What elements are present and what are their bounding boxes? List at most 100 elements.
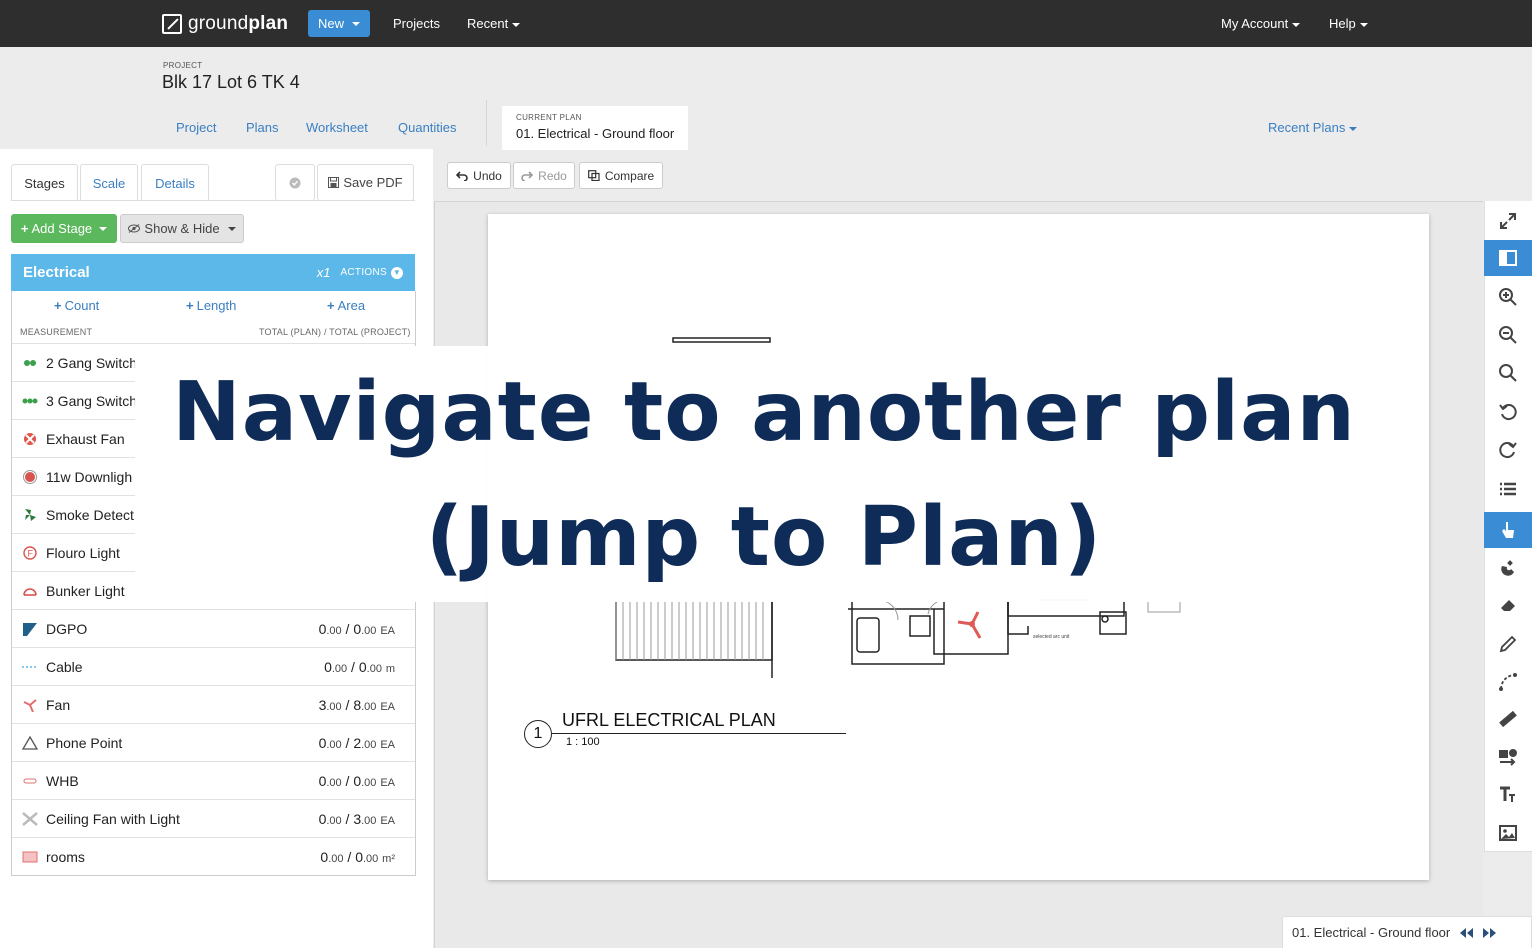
nav-projects[interactable]: Projects bbox=[393, 16, 440, 31]
stage-actions-button[interactable]: ACTIONS ▼ bbox=[340, 266, 403, 279]
zoom-in-button[interactable] bbox=[1484, 279, 1532, 315]
measurement-row[interactable]: rooms 0.00 / 0.00 m² bbox=[12, 837, 415, 875]
new-button[interactable]: New bbox=[308, 10, 371, 37]
next-plan-icon[interactable] bbox=[1482, 927, 1498, 939]
check-circle-icon bbox=[289, 177, 301, 188]
magnet-icon bbox=[1501, 560, 1514, 576]
pointer-hand-icon bbox=[1502, 522, 1514, 538]
tab-scale[interactable]: Scale bbox=[80, 164, 138, 201]
plan-switcher[interactable]: 01. Electrical - Ground floor bbox=[1282, 916, 1532, 948]
measurement-row[interactable]: Ceiling Fan with Light 0.00 / 3.00 EA bbox=[12, 799, 415, 837]
plan-number-bubble: 1 bbox=[524, 720, 552, 748]
triangle-icon bbox=[21, 735, 39, 750]
measurement-row[interactable]: Phone Point 0.00 / 2.00 EA bbox=[12, 723, 415, 761]
magnet-button[interactable] bbox=[1484, 550, 1532, 586]
measurement-row[interactable]: Fan 3.00 / 8.00 EA bbox=[12, 685, 415, 723]
tab-worksheet[interactable]: Worksheet bbox=[306, 120, 368, 135]
measurement-row[interactable]: DGPO 0.00 / 0.00 EA bbox=[12, 609, 415, 647]
nav-my-account[interactable]: My Account bbox=[1221, 16, 1301, 31]
rotate-right-button[interactable] bbox=[1484, 432, 1532, 468]
exhaust-fan-icon bbox=[22, 432, 38, 446]
unit-label: EA bbox=[380, 815, 395, 827]
plus-icon: + bbox=[20, 221, 29, 236]
flouro-icon: F bbox=[22, 546, 38, 560]
tab-project[interactable]: Project bbox=[176, 120, 216, 135]
add-stage-button[interactable]: + Add Stage bbox=[11, 214, 117, 243]
list-button[interactable] bbox=[1484, 472, 1532, 508]
plan-total-decimal: .00 bbox=[326, 625, 342, 637]
pan-tool-button[interactable] bbox=[1484, 512, 1532, 548]
current-plan-tab[interactable]: CURRENT PLAN 01. Electrical - Ground flo… bbox=[502, 106, 688, 150]
smoke-detector-icon bbox=[22, 508, 38, 522]
shapes-arrow-icon bbox=[1499, 749, 1517, 766]
tab-plans[interactable]: Plans bbox=[246, 120, 279, 135]
eraser-button[interactable] bbox=[1484, 587, 1532, 623]
measurement-name: Flouro Light bbox=[46, 545, 120, 561]
chevron-down-icon bbox=[227, 226, 236, 231]
measurement-name: WHB bbox=[46, 773, 79, 789]
add-area-button[interactable]: + Area bbox=[327, 298, 365, 313]
dgpo-icon bbox=[22, 622, 38, 636]
measurement-column-header: MEASUREMENT bbox=[20, 327, 93, 337]
fan-icon bbox=[22, 698, 38, 713]
arc-icon bbox=[1499, 673, 1517, 691]
double-dot-icon bbox=[22, 356, 38, 370]
measurement-name: 3 Gang Switch bbox=[46, 393, 138, 409]
measurement-row[interactable]: Cable 0.00 / 0.00 m bbox=[12, 647, 415, 685]
rotate-left-button[interactable] bbox=[1484, 394, 1532, 430]
project-total-decimal: .00 bbox=[366, 663, 382, 675]
add-length-button[interactable]: + Length bbox=[186, 298, 236, 313]
fullscreen-button[interactable] bbox=[1484, 203, 1532, 239]
ruler-button[interactable] bbox=[1484, 701, 1532, 737]
project-total-decimal: .00 bbox=[361, 815, 377, 827]
nav-recent[interactable]: Recent bbox=[467, 16, 521, 31]
measurement-totals: 0.00 / 0.00 m² bbox=[320, 849, 395, 865]
tab-stages[interactable]: Stages bbox=[11, 164, 78, 201]
show-hide-button[interactable]: Show & Hide bbox=[120, 214, 244, 243]
image-icon bbox=[1499, 825, 1517, 841]
redo-icon bbox=[521, 170, 534, 181]
undo-button[interactable]: Undo bbox=[447, 162, 511, 189]
check-button[interactable] bbox=[275, 164, 315, 201]
shapes-button[interactable] bbox=[1484, 739, 1532, 775]
stage-multiplier[interactable]: x1 bbox=[317, 265, 331, 280]
search-icon bbox=[1499, 364, 1517, 382]
plan-total: 0 bbox=[324, 659, 332, 675]
compare-button[interactable]: Compare bbox=[579, 162, 663, 189]
recent-plans-dropdown[interactable]: Recent Plans bbox=[1268, 120, 1358, 135]
measurement-row[interactable]: WHB 0.00 / 0.00 EA bbox=[12, 761, 415, 799]
project-total: 0 bbox=[358, 659, 367, 675]
current-plan-label: CURRENT PLAN bbox=[516, 113, 582, 122]
toggle-panel-button[interactable] bbox=[1484, 240, 1532, 276]
add-count-button[interactable]: + Count bbox=[54, 298, 99, 313]
pencil-button[interactable] bbox=[1484, 626, 1532, 662]
whb-icon bbox=[22, 774, 38, 788]
nav-help[interactable]: Help bbox=[1329, 16, 1368, 31]
image-button[interactable] bbox=[1484, 815, 1532, 851]
previous-plan-icon[interactable] bbox=[1458, 927, 1474, 939]
measurement-name: 2 Gang Switch bbox=[46, 355, 138, 371]
measurement-name: DGPO bbox=[46, 621, 88, 637]
floppy-disk-icon bbox=[328, 177, 340, 188]
measurement-totals: 0.00 / 2.00 EA bbox=[318, 735, 395, 751]
redo-button[interactable]: Redo bbox=[513, 162, 575, 189]
plan-total-decimal: .00 bbox=[326, 739, 342, 751]
zoom-out-button[interactable] bbox=[1484, 317, 1532, 353]
plus-icon: + bbox=[186, 298, 194, 313]
groundplan-logo[interactable]: groundplan bbox=[162, 12, 288, 36]
arc-tool-button[interactable] bbox=[1484, 664, 1532, 700]
chevron-down-icon bbox=[1349, 126, 1358, 131]
project-total-decimal: .00 bbox=[361, 701, 377, 713]
eye-slash-icon bbox=[128, 224, 141, 233]
measurement-name: Bunker Light bbox=[46, 583, 125, 599]
chevron-down-icon bbox=[1359, 22, 1368, 27]
pencil-icon bbox=[1499, 635, 1517, 653]
text-tool-button[interactable] bbox=[1484, 777, 1532, 813]
zoom-fit-button[interactable] bbox=[1484, 355, 1532, 391]
stage-name: Electrical bbox=[23, 264, 90, 281]
stage-header[interactable]: Electrical x1 ACTIONS ▼ bbox=[11, 254, 415, 291]
tab-quantities[interactable]: Quantities bbox=[398, 120, 457, 135]
save-pdf-button[interactable]: Save PDF bbox=[317, 164, 414, 201]
measurement-totals: 0.00 / 3.00 EA bbox=[318, 811, 395, 827]
tab-details[interactable]: Details bbox=[141, 164, 209, 201]
